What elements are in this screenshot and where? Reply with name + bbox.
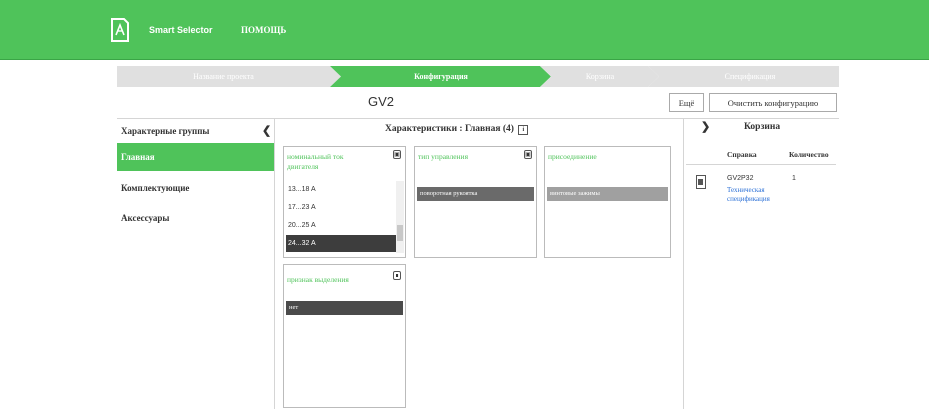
options-scrollbar[interactable]: [396, 181, 404, 253]
card-title: тип управления: [418, 152, 469, 161]
lock-icon[interactable]: ▣: [393, 150, 401, 159]
card-title: присоединение: [548, 152, 597, 161]
technical-spec-link[interactable]: Техническая спецификация: [727, 186, 787, 204]
brand-name[interactable]: Smart Selector: [149, 25, 213, 35]
card-control-type: тип управления ▣ поворотная рукоятка: [414, 146, 537, 258]
card-connection: присоединение винтовые зажимы: [544, 146, 671, 258]
basket-col-quantity: Количество: [789, 150, 829, 159]
card-title: признак выделения: [287, 275, 349, 284]
info-icon[interactable]: i: [518, 125, 529, 135]
chevron-left-icon[interactable]: ❮: [262, 122, 271, 140]
groups-title: Характерные группы: [121, 126, 210, 136]
characteristics-title-text: Характеристики : Главная (4): [385, 124, 514, 134]
control-type-value[interactable]: поворотная рукоятка: [417, 187, 534, 201]
page-title: GV2: [368, 94, 395, 109]
lock-icon[interactable]: ▣: [524, 150, 532, 159]
group-item-main[interactable]: Главная: [117, 143, 274, 171]
top-bar: Smart Selector ПОМОЩЬ: [0, 0, 929, 60]
scrollbar-thumb[interactable]: [397, 225, 403, 241]
connection-value[interactable]: винтовые зажимы: [547, 187, 668, 201]
option-20-25[interactable]: 20...25 A: [286, 217, 396, 234]
option-24-32[interactable]: 24...32 A: [286, 235, 396, 252]
clear-configuration-button[interactable]: Очистить конфигурацию: [709, 93, 837, 112]
card-selection-flag: признак выделения ∎ нет: [283, 264, 406, 408]
step-configuration[interactable]: Конфигурация: [343, 66, 539, 87]
more-button[interactable]: Ещё: [669, 93, 704, 112]
option-17-23[interactable]: 17...23 A: [286, 199, 396, 216]
basket-divider: [686, 164, 836, 165]
step-project-name[interactable]: Название проекта: [117, 66, 330, 87]
basket-item-quantity[interactable]: 1: [792, 175, 796, 182]
card-motor-current: номинальный ток двигателя ▣ 13...18 A 17…: [283, 146, 406, 258]
group-item-accessories[interactable]: Аксессуары: [117, 204, 274, 232]
characteristics-title: Характеристики : Главная (4) i: [385, 124, 529, 135]
groups-header: Характерные группы ❮: [117, 122, 272, 140]
basket-item-reference: GV2P32: [727, 175, 754, 182]
panel-divider-left: [274, 119, 275, 409]
card-title: номинальный ток двигателя: [287, 152, 344, 171]
trash-icon[interactable]: ∎: [393, 271, 401, 280]
basket-title: Корзина: [744, 122, 781, 132]
selection-flag-value[interactable]: нет: [286, 301, 403, 315]
panel-divider-right: [683, 119, 684, 409]
smart-selector-logo-icon: [111, 18, 129, 42]
option-13-18[interactable]: 13...18 A: [286, 181, 396, 198]
chevron-right-icon[interactable]: ❯: [701, 120, 710, 133]
progress-steps: Название проекта Конфигурация Корзина Сп…: [117, 66, 839, 87]
help-link[interactable]: ПОМОЩЬ: [241, 25, 286, 35]
basket-col-reference: Справка: [727, 150, 757, 159]
step-specification[interactable]: Спецификация: [661, 66, 839, 87]
document-icon[interactable]: [696, 175, 706, 189]
group-item-components[interactable]: Комплектующие: [117, 174, 274, 202]
step-basket[interactable]: Корзина: [553, 66, 647, 87]
divider: [117, 118, 839, 119]
